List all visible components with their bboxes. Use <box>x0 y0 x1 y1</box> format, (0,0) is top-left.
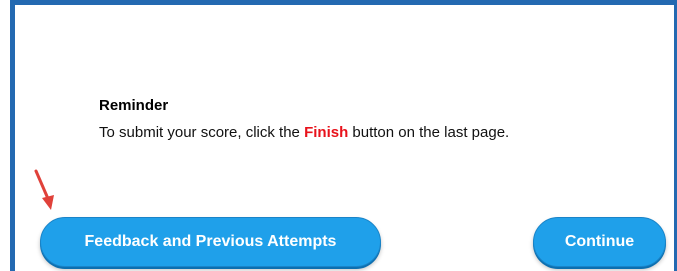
frame-left-border <box>10 0 15 271</box>
frame-outer-edge <box>0 0 10 271</box>
red-arrow-icon <box>34 169 54 210</box>
reminder-text-after: button on the last page. <box>348 124 510 141</box>
reminder-text: To submit your score, click the Finish b… <box>99 124 509 141</box>
feedback-and-previous-attempts-button[interactable]: Feedback and Previous Attempts <box>40 217 381 267</box>
finish-highlight: Finish <box>304 124 349 141</box>
continue-button[interactable]: Continue <box>533 217 666 267</box>
frame-top-border <box>10 0 677 5</box>
reminder-title: Reminder <box>99 97 169 114</box>
dialog-frame: Reminder To submit your score, click the… <box>0 0 677 271</box>
reminder-text-before: To submit your score, click the <box>99 124 305 141</box>
